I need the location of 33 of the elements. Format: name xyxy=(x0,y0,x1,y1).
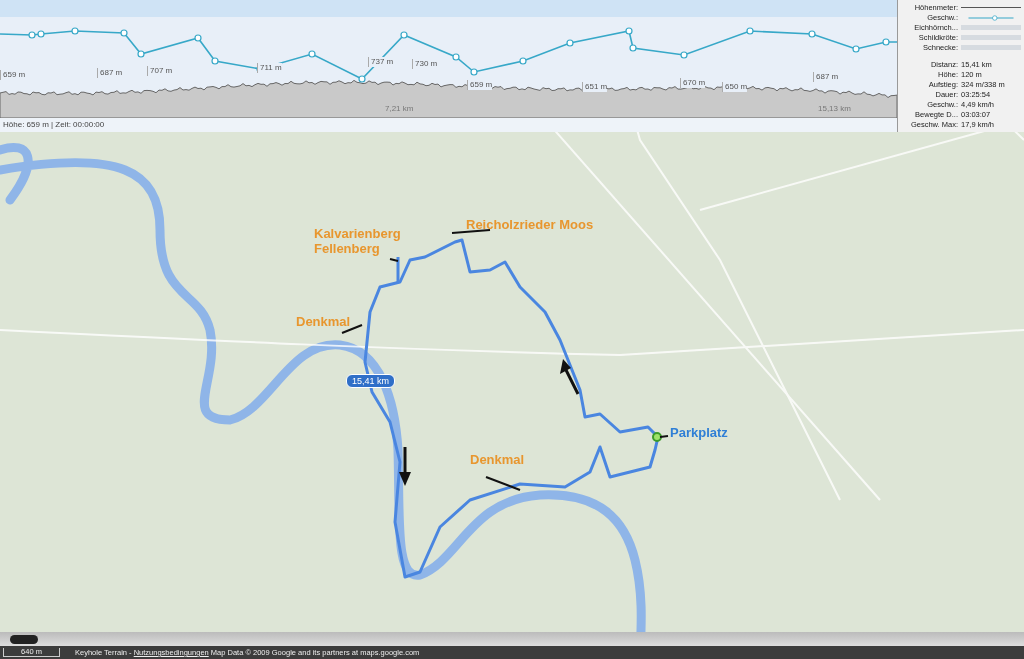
scrollbar-thumb[interactable] xyxy=(10,634,38,644)
map-annotation: Kalvarienberg Fellenberg xyxy=(314,226,401,256)
direction-arrow-icon xyxy=(560,359,580,395)
elevation-label: 670 m xyxy=(680,78,706,88)
leader-line xyxy=(451,229,491,234)
elevation-label: 737 m xyxy=(368,57,394,67)
status-text: Höhe: 659 m | Zeit: 00:00:00 xyxy=(2,119,106,131)
distance-label: 15,13 km xyxy=(818,104,851,113)
direction-arrow-icon xyxy=(399,447,411,486)
map-annotation: Denkmal xyxy=(470,452,525,467)
legend-band-icon xyxy=(961,44,1021,50)
legend-line-icon xyxy=(961,7,1021,9)
leader-line xyxy=(389,258,399,262)
start-marker-icon xyxy=(652,432,662,442)
leader-line xyxy=(341,324,363,334)
elevation-label: 659 m xyxy=(0,70,26,80)
map-annotation: Parkplatz xyxy=(670,425,728,440)
elevation-label: 651 m xyxy=(582,82,608,92)
elevation-label: 711 m xyxy=(257,63,282,73)
elevation-label: 730 m xyxy=(412,59,438,69)
elevation-label: 687 m xyxy=(97,68,123,78)
map-annotation: Reicholzrieder Moos xyxy=(466,217,594,232)
elevation-label: 707 m xyxy=(147,66,173,76)
leader-line xyxy=(485,476,521,491)
elevation-label: 687 m xyxy=(813,72,839,82)
elevation-label: 659 m xyxy=(467,80,493,90)
distance-badge: 15,41 km xyxy=(346,374,396,388)
leader-line xyxy=(659,435,669,438)
distance-label: 7,21 km xyxy=(385,104,414,113)
elevation-label: 650 m xyxy=(722,82,748,92)
legend-band-icon xyxy=(961,25,1021,31)
legend-band-icon xyxy=(961,35,1021,41)
map-annotation: Denkmal xyxy=(296,314,351,329)
